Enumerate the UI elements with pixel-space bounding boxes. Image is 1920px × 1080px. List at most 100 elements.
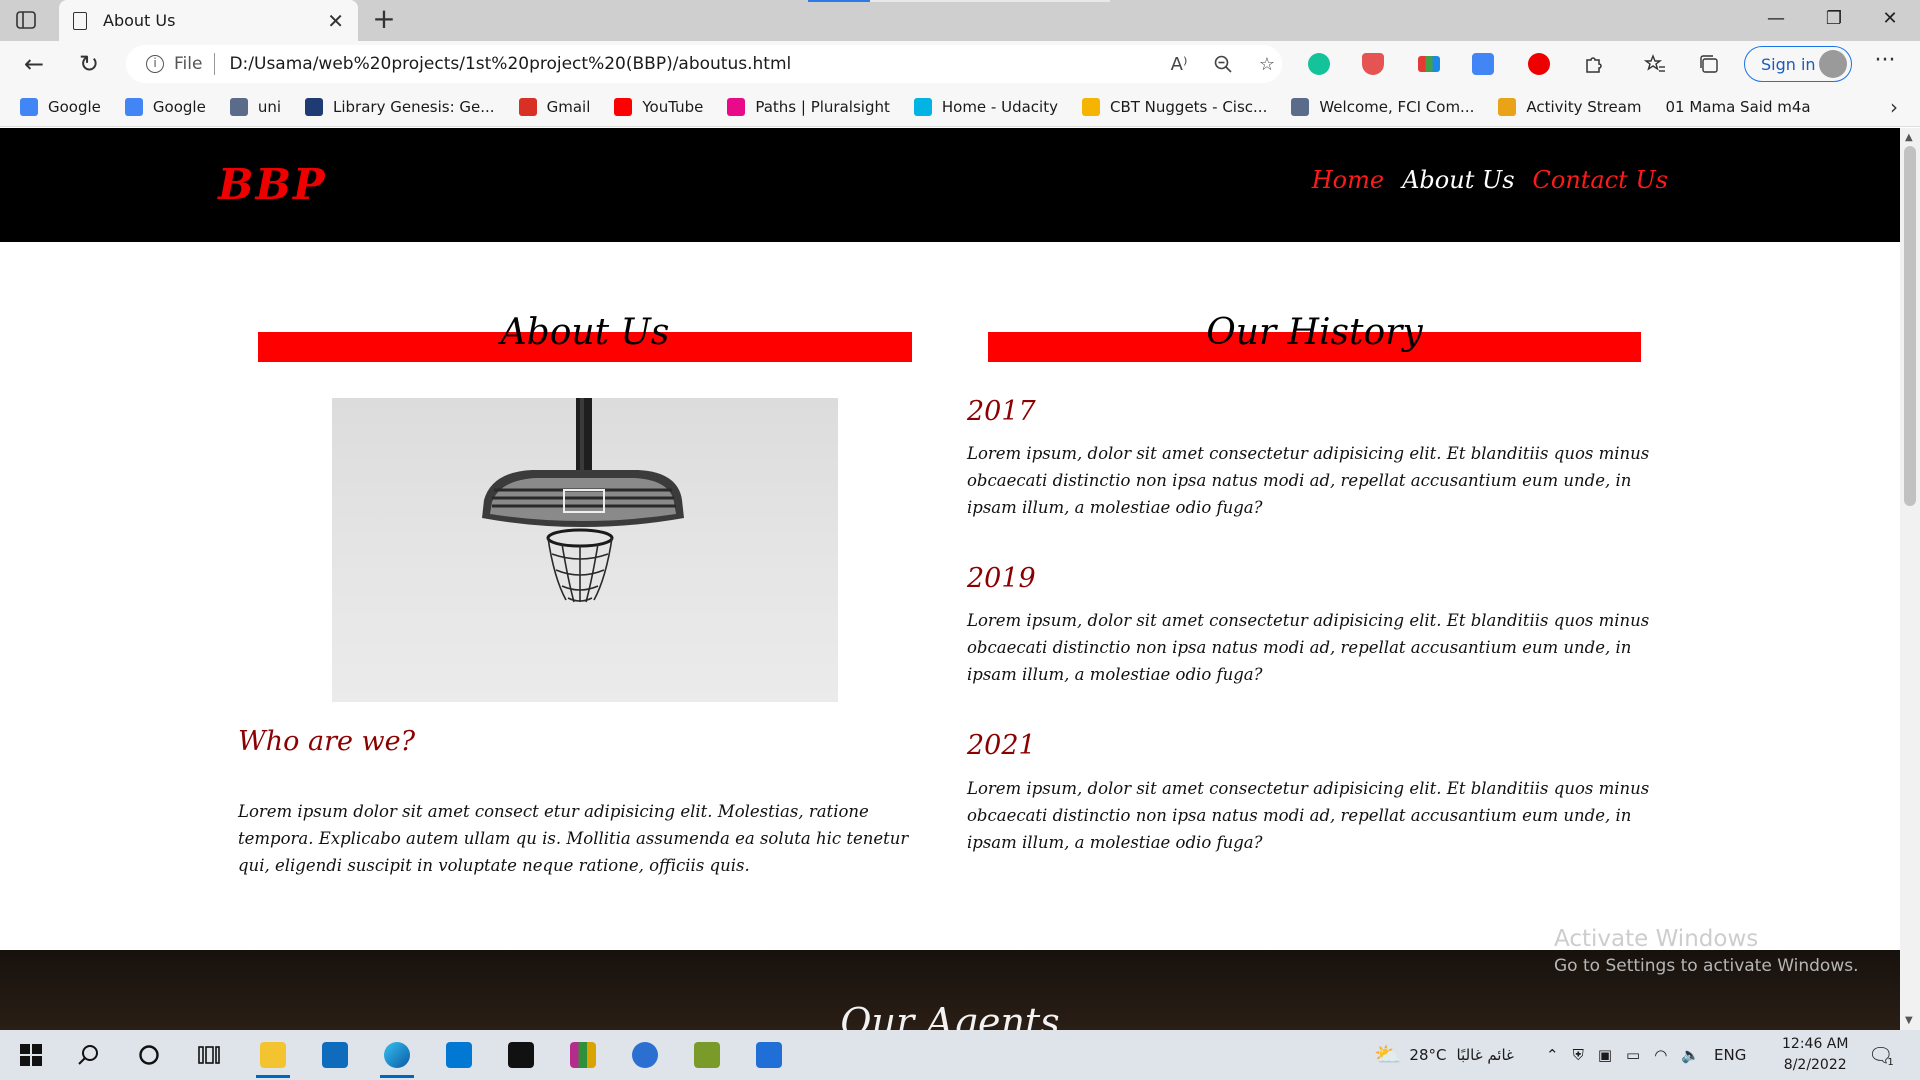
youtube-icon xyxy=(614,97,633,116)
taskbar-clock[interactable]: 12:46 AM 8/2/2022 xyxy=(1782,1034,1848,1076)
settings-tool-icon[interactable] xyxy=(684,1036,730,1074)
bookmark-item[interactable]: Library Genesis: Ge... xyxy=(305,97,495,116)
sign-in-label: Sign in xyxy=(1761,54,1816,74)
cortana-icon[interactable] xyxy=(126,1036,172,1074)
add-favorite-icon[interactable]: ☆ xyxy=(1252,49,1282,79)
new-tab-button[interactable]: + xyxy=(368,4,400,36)
bookmark-item[interactable]: Paths | Pluralsight xyxy=(727,97,890,116)
weather-widget[interactable]: ⛅ 28°C غائم غالبًا xyxy=(1374,1030,1514,1080)
bookmark-item[interactable]: 01 Mama Said m4a xyxy=(1666,98,1811,116)
minimize-button[interactable]: — xyxy=(1748,0,1804,41)
bookmark-label: Google xyxy=(48,97,101,116)
udacity-icon xyxy=(913,97,932,116)
bookmark-item[interactable]: uni xyxy=(229,97,281,116)
vs-code-icon[interactable] xyxy=(436,1036,482,1074)
bookmark-item[interactable]: Activity Stream xyxy=(1498,97,1642,116)
site-logo[interactable]: BBP xyxy=(218,160,327,209)
restore-button[interactable]: ❐ xyxy=(1806,0,1862,41)
tab-close-icon[interactable]: ✕ xyxy=(327,9,344,33)
activate-windows-title: Activate Windows xyxy=(1554,926,1759,952)
page-scrollbar[interactable]: ▲ ▼ xyxy=(1900,128,1920,1030)
bookmark-label: Paths | Pluralsight xyxy=(755,97,890,116)
notification-count: 1 xyxy=(1887,1056,1894,1068)
bookmark-item[interactable]: CBT Nuggets - Cisc... xyxy=(1081,97,1267,116)
zoom-out-icon[interactable] xyxy=(1208,49,1238,79)
adblock-plus-icon[interactable] xyxy=(1524,49,1554,79)
notification-center-icon[interactable]: 🗨 1 xyxy=(1868,1030,1894,1080)
pluralsight-icon xyxy=(727,97,746,116)
translate-extension-icon[interactable] xyxy=(1468,49,1498,79)
url-scheme: File xyxy=(174,54,203,74)
tab-actions-icon[interactable] xyxy=(14,9,38,31)
scroll-down-icon[interactable]: ▼ xyxy=(1905,1015,1913,1026)
bookmark-item[interactable]: Gmail xyxy=(518,97,590,116)
favorites-icon[interactable] xyxy=(1640,49,1670,79)
site-header: BBP Home About Us Contact Us xyxy=(0,128,1900,242)
edge-browser-icon[interactable] xyxy=(374,1036,420,1078)
url-text[interactable]: D:/Usama/web%20projects/1st%20project%20… xyxy=(229,54,1150,74)
microsoft-store-icon[interactable] xyxy=(746,1036,792,1074)
fci-icon xyxy=(1291,97,1310,116)
activity-icon xyxy=(1498,97,1517,116)
scrollbar-thumb[interactable] xyxy=(1904,146,1916,506)
sign-in-button[interactable]: Sign in xyxy=(1744,46,1852,82)
read-aloud-icon[interactable]: A⁾ xyxy=(1164,49,1194,79)
bookmarks-overflow-chevron-icon[interactable]: › xyxy=(1890,95,1898,119)
volume-icon[interactable]: 🔈 xyxy=(1681,1046,1700,1064)
tab-manager-extension-icon[interactable] xyxy=(1414,49,1444,79)
our-agents-title: Our Agents xyxy=(840,1000,1060,1030)
battery-icon[interactable]: ▭ xyxy=(1626,1046,1640,1064)
info-icon[interactable]: i xyxy=(146,55,164,73)
site-nav: Home About Us Contact Us xyxy=(1312,166,1668,194)
bookmark-item[interactable]: Home - Udacity xyxy=(913,97,1058,116)
tab-title: About Us xyxy=(103,11,176,30)
winrar-icon[interactable] xyxy=(560,1036,606,1074)
bookmark-item[interactable]: Google xyxy=(20,97,101,116)
loading-track xyxy=(870,0,1110,2)
language-indicator[interactable]: ENG xyxy=(1714,1046,1746,1064)
search-icon[interactable] xyxy=(66,1036,112,1074)
about-us-title: About Us xyxy=(500,312,670,353)
who-are-we-heading: Who are we? xyxy=(238,726,416,757)
activate-windows-watermark: Activate Windows Go to Settings to activ… xyxy=(1554,926,1859,976)
our-history-title: Our History xyxy=(1206,312,1423,353)
bookmark-label: uni xyxy=(257,97,281,116)
nav-link-contact-us[interactable]: Contact Us xyxy=(1533,166,1668,194)
nav-link-home[interactable]: Home xyxy=(1312,166,1384,194)
refresh-icon[interactable]: ↻ xyxy=(73,49,105,81)
mail-icon[interactable] xyxy=(312,1036,358,1074)
more-options-icon[interactable]: ··· xyxy=(1870,49,1900,79)
extensions-puzzle-icon[interactable] xyxy=(1578,49,1608,79)
bookmark-item[interactable]: Google xyxy=(124,97,206,116)
address-bar[interactable]: i File D:/Usama/web%20projects/1st%20pro… xyxy=(126,45,1282,83)
bookmarks-bar: Google Google uni Library Genesis: Ge... Gma… xyxy=(0,87,1920,127)
scroll-up-icon[interactable]: ▲ xyxy=(1905,132,1913,143)
back-arrow-icon[interactable]: ← xyxy=(18,49,50,81)
browser-toolbar: ← ↻ i File D:/Usama/web%20projects/1st%2… xyxy=(0,41,1920,87)
bookmark-label: Welcome, FCI Com... xyxy=(1319,97,1475,116)
start-windows-icon[interactable] xyxy=(8,1036,54,1074)
history-year-2019: 2019 xyxy=(967,563,1036,594)
history-year-2021: 2021 xyxy=(967,730,1036,761)
task-view-icon[interactable] xyxy=(186,1036,232,1074)
address-separator xyxy=(214,53,216,75)
show-hidden-icons-icon[interactable]: ⌃ xyxy=(1546,1046,1559,1064)
bookmark-item[interactable]: Welcome, FCI Com... xyxy=(1291,97,1475,116)
collections-icon[interactable] xyxy=(1694,49,1724,79)
wifi-icon[interactable]: ◠ xyxy=(1654,1046,1667,1064)
about-us-title-bar: About Us xyxy=(258,312,912,362)
word-app-icon[interactable] xyxy=(622,1036,668,1074)
shield-extension-icon[interactable] xyxy=(1358,49,1388,79)
google-icon xyxy=(124,97,143,116)
grammarly-icon[interactable] xyxy=(1304,49,1334,79)
intellij-icon[interactable] xyxy=(498,1036,544,1074)
nav-link-about-us[interactable]: About Us xyxy=(1402,166,1514,194)
browser-tab-active[interactable]: About Us ✕ xyxy=(59,0,358,41)
file-explorer-icon[interactable] xyxy=(250,1036,296,1078)
bookmark-label: Activity Stream xyxy=(1526,97,1642,116)
meet-now-icon[interactable]: ▣ xyxy=(1598,1046,1612,1064)
bookmark-item[interactable]: YouTube xyxy=(614,97,703,116)
antivirus-icon[interactable]: ⛨ xyxy=(1573,1046,1584,1064)
close-window-button[interactable]: ✕ xyxy=(1862,0,1918,41)
history-text-2017: Lorem ipsum, dolor sit amet consectetur … xyxy=(967,444,1650,517)
